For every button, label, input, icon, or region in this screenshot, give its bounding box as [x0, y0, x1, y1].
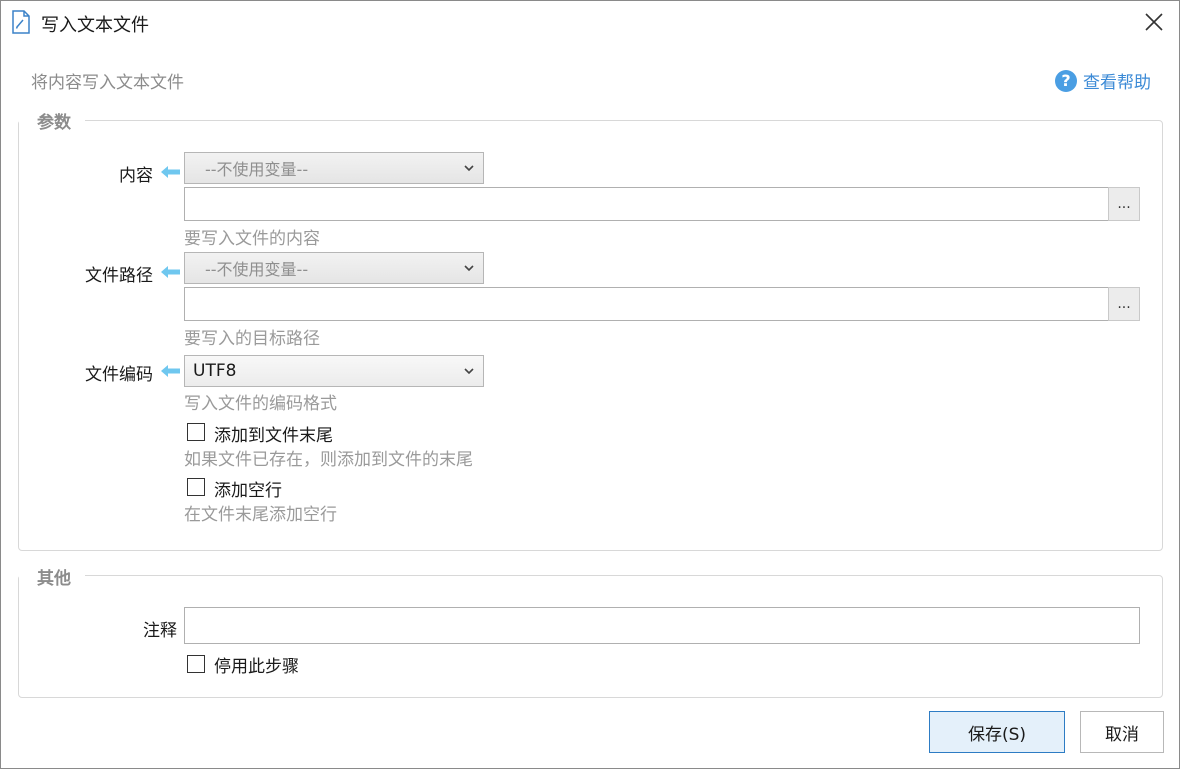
content-browse-button[interactable]: ... — [1108, 187, 1140, 221]
file-path-variable-select[interactable]: --不使用变量-- — [184, 252, 484, 284]
add-blank-line-label[interactable]: 添加空行 — [214, 476, 282, 501]
content-input[interactable] — [184, 187, 1109, 221]
variable-arrow-icon — [161, 266, 180, 278]
other-group-title: 其他 — [19, 564, 85, 589]
file-path-input[interactable] — [184, 287, 1109, 321]
help-link-label: 查看帮助 — [1083, 73, 1151, 93]
file-path-variable-select-value: --不使用变量-- — [205, 260, 309, 279]
dialog-description: 将内容写入文本文件 — [31, 73, 184, 93]
encoding-select[interactable]: UTF8 — [184, 355, 484, 387]
cancel-button[interactable]: 取消 — [1080, 711, 1164, 753]
params-group-title: 参数 — [19, 108, 85, 133]
file-path-hint: 要写入的目标路径 — [184, 329, 320, 349]
encoding-label: 文件编码 — [85, 365, 153, 385]
disable-step-label[interactable]: 停用此步骤 — [214, 652, 299, 677]
variable-arrow-icon — [161, 365, 180, 377]
content-variable-select[interactable]: --不使用变量-- — [184, 152, 484, 184]
content-variable-select-value: --不使用变量-- — [205, 160, 309, 179]
variable-arrow-icon — [161, 166, 180, 178]
content-label: 内容 — [119, 166, 153, 186]
chevron-down-icon — [464, 165, 474, 172]
disable-step-checkbox[interactable] — [187, 655, 205, 673]
append-hint: 如果文件已存在，则添加到文件的末尾 — [184, 450, 473, 470]
file-path-browse-button[interactable]: ... — [1108, 287, 1140, 321]
encoding-select-value: UTF8 — [193, 361, 237, 381]
add-blank-line-checkbox[interactable] — [187, 478, 205, 496]
chevron-down-icon — [464, 368, 474, 375]
comment-input[interactable] — [184, 607, 1140, 644]
save-button[interactable]: 保存(S) — [929, 711, 1065, 753]
comment-label: 注释 — [143, 621, 177, 641]
add-blank-line-hint: 在文件末尾添加空行 — [184, 505, 337, 525]
close-icon[interactable] — [1140, 8, 1168, 36]
chevron-down-icon — [464, 265, 474, 272]
encoding-hint: 写入文件的编码格式 — [184, 394, 337, 414]
help-icon: ? — [1055, 69, 1077, 92]
file-path-label: 文件路径 — [85, 266, 153, 286]
help-link[interactable]: ? 查看帮助 — [1055, 68, 1151, 93]
append-label[interactable]: 添加到文件末尾 — [214, 421, 333, 446]
content-hint: 要写入文件的内容 — [184, 229, 320, 249]
append-checkbox[interactable] — [187, 423, 205, 441]
document-edit-icon — [12, 10, 30, 34]
window-title: 写入文本文件 — [41, 15, 149, 36]
